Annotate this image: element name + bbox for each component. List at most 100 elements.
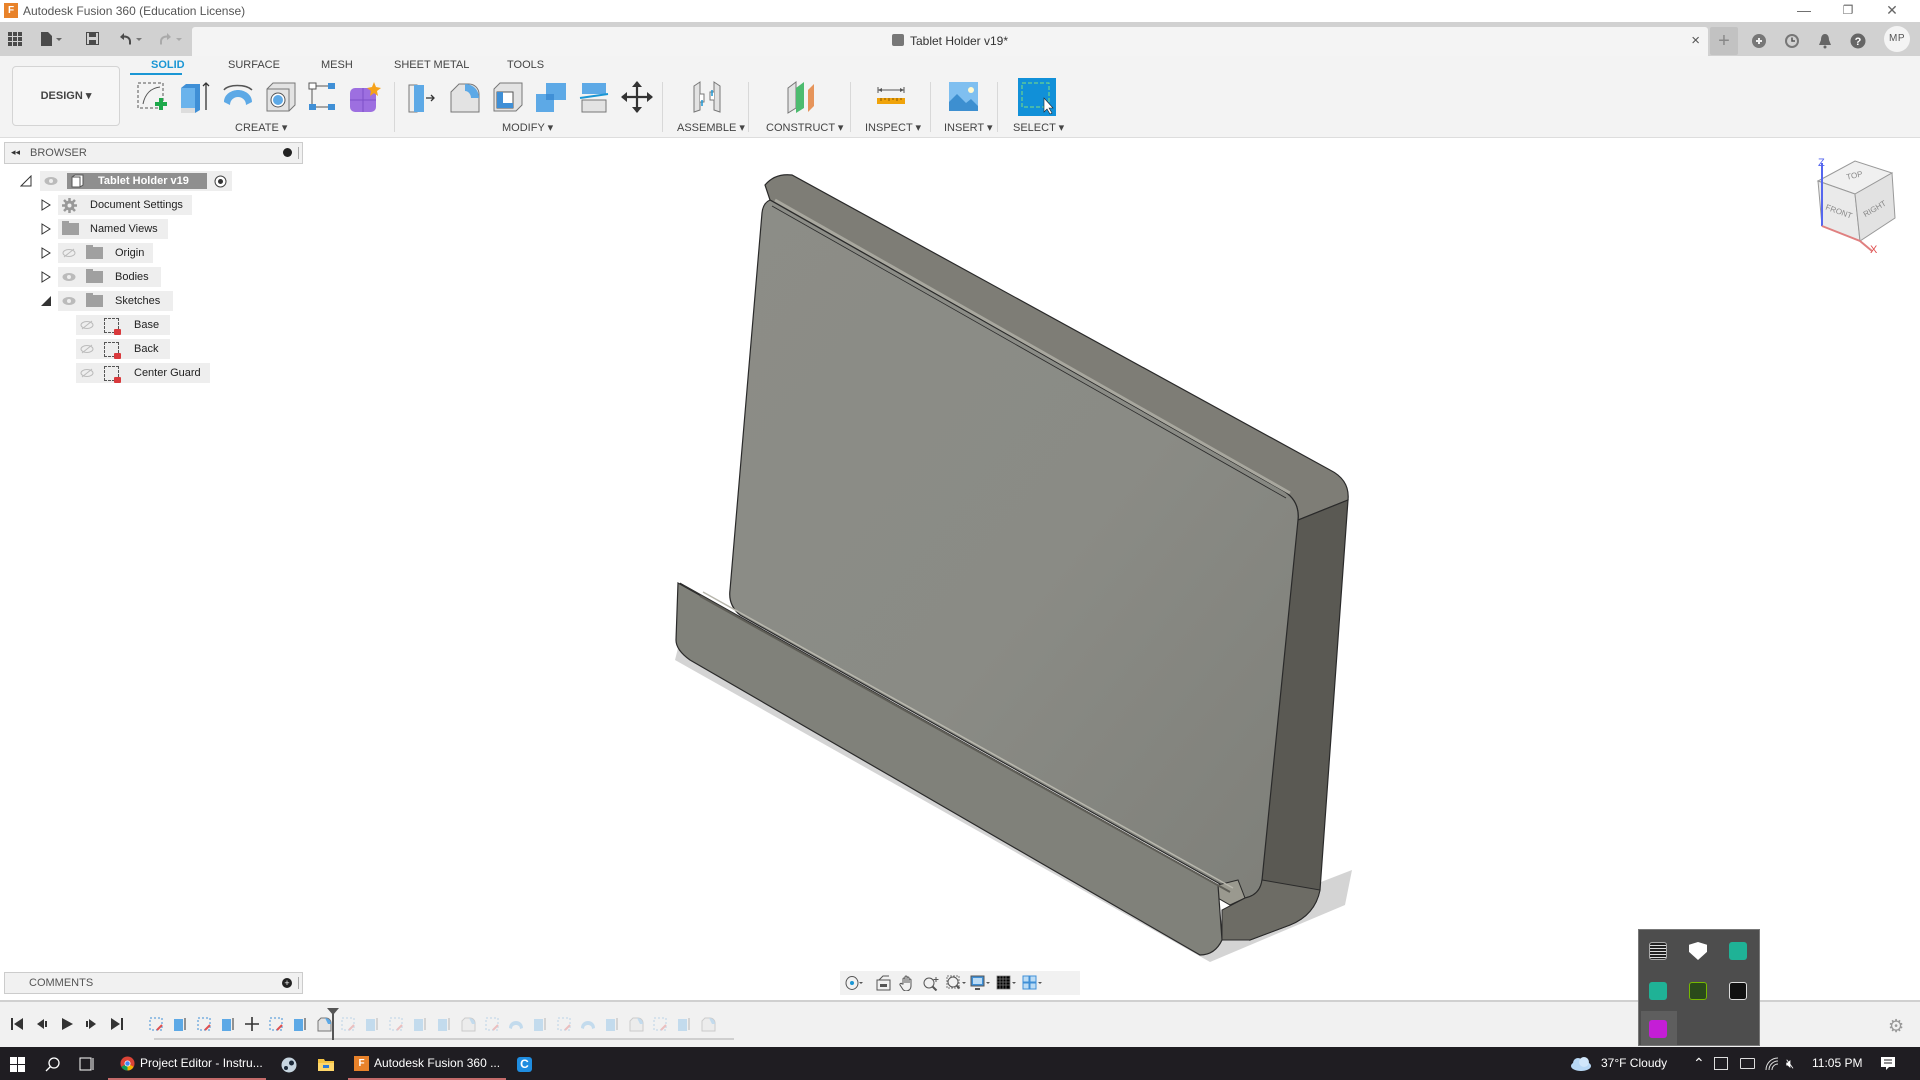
file-menu-button[interactable] [41,28,63,50]
clock-time[interactable]: 11:05 PM [1812,1047,1862,1080]
panel-resize-grip[interactable] [298,977,300,989]
job-status-button[interactable] [1778,27,1806,55]
timeline-feature-fillet-icon[interactable] [628,1016,644,1032]
timeline-feature-fillet-icon[interactable] [316,1016,332,1032]
viewports-icon[interactable] [1022,975,1042,991]
sketch-item-base[interactable]: Base [76,315,176,335]
help-button[interactable]: ? [1844,27,1872,55]
browser-root-component[interactable]: Tablet Holder v19 [20,171,232,191]
play-icon[interactable] [60,1017,74,1031]
taskbar-chrome-project-editor[interactable]: Project Editor - Instru... [108,1047,266,1080]
measure-button[interactable] [874,80,908,114]
press-pull-button[interactable] [406,80,440,114]
collapse-panel-icon[interactable]: ◂◂ [11,147,20,158]
collapsed-triangle-icon[interactable] [40,223,52,235]
timeline-feature-revolve-icon[interactable] [580,1016,596,1032]
timeline-feature-extrude-icon[interactable] [292,1016,308,1032]
visibility-hidden-icon[interactable] [62,248,76,258]
visibility-eye-icon[interactable] [62,272,76,282]
timeline-feature-sketch-icon[interactable] [484,1016,500,1032]
close-tab-button[interactable]: × [1691,32,1700,49]
split-body-button[interactable] [577,80,611,114]
expanded-triangle-icon[interactable] [20,175,32,187]
tray-battery-icon[interactable] [1740,1058,1755,1069]
notifications-button[interactable] [1811,27,1839,55]
document-tab[interactable]: Tablet Holder v19* × [192,27,1708,56]
look-at-icon[interactable] [874,975,894,991]
fillet-button[interactable] [448,80,482,114]
tab-sheet-metal[interactable]: SHEET METAL [394,59,469,71]
extrude-button[interactable] [178,80,212,114]
timeline-settings-gear-icon[interactable]: ⚙ [1888,1016,1904,1037]
close-window-button[interactable]: ✕ [1870,0,1914,22]
assemble-menu[interactable]: ASSEMBLE ▾ [677,121,745,134]
timeline-feature-extrude-icon[interactable] [676,1016,692,1032]
panel-resize-grip[interactable] [298,147,300,159]
weather-text[interactable]: 37°F Cloudy [1601,1047,1667,1080]
timeline-feature-extrude-icon[interactable] [220,1016,236,1032]
combine-button[interactable] [534,80,568,114]
tab-solid[interactable]: SOLID [151,59,185,71]
timeline-feature-fillet-icon[interactable] [460,1016,476,1032]
browser-item-origin[interactable]: Origin [40,243,200,263]
user-avatar[interactable]: MP [1884,26,1910,52]
offset-plane-button[interactable] [784,80,818,114]
save-button[interactable] [86,28,99,50]
timeline-feature-sketch-icon[interactable] [652,1016,668,1032]
activate-radio-icon[interactable] [214,175,227,188]
create-form-button[interactable] [348,80,382,114]
file-explorer-icon[interactable] [318,1057,334,1071]
hide-panel-icon[interactable] [283,148,292,157]
collapsed-triangle-icon[interactable] [40,271,52,283]
timeline-feature-sketch-icon[interactable] [268,1016,284,1032]
grid-snaps-icon[interactable] [996,975,1016,991]
move-copy-button[interactable] [620,80,654,114]
timeline-feature-sketch-icon[interactable] [556,1016,572,1032]
timeline-feature-extrude-icon[interactable] [532,1016,548,1032]
joint-button[interactable] [690,80,724,114]
new-tab-button[interactable]: + [1710,27,1738,55]
timeline-feature-move-icon[interactable] [244,1016,260,1032]
volume-muted-icon[interactable]: 🔇︎ [1786,1047,1794,1080]
tray-app-icon[interactable] [1649,1020,1667,1038]
windows-security-icon[interactable] [1689,942,1707,960]
taskbar-fusion-360[interactable]: F Autodesk Fusion 360 ... [348,1047,506,1080]
timeline-feature-sketch-icon[interactable] [196,1016,212,1032]
visibility-hidden-icon[interactable] [80,320,94,330]
pattern-button[interactable] [306,80,340,114]
tab-surface[interactable]: SURFACE [228,59,280,71]
zoom-icon[interactable] [922,975,942,991]
visibility-hidden-icon[interactable] [80,368,94,378]
construct-menu[interactable]: CONSTRUCT ▾ [766,121,843,134]
browser-item-named-views[interactable]: Named Views [40,219,200,239]
shell-button[interactable] [491,80,525,114]
tray-app-icon[interactable] [1649,982,1667,1000]
create-sketch-button[interactable] [135,80,169,114]
workspace-switcher[interactable]: DESIGN ▾ [12,66,120,126]
collapsed-triangle-icon[interactable] [40,247,52,259]
timeline-feature-extrude-icon[interactable] [604,1016,620,1032]
timeline-feature-sketch-icon[interactable] [388,1016,404,1032]
go-to-start-icon[interactable] [10,1017,24,1031]
add-comment-icon[interactable]: + [282,978,292,988]
action-center-icon[interactable] [1880,1056,1896,1072]
modify-menu[interactable]: MODIFY ▾ [502,121,553,134]
fit-zoom-window-icon[interactable] [946,975,966,991]
step-forward-icon[interactable] [84,1017,98,1031]
timeline-feature-fillet-icon[interactable] [700,1016,716,1032]
orbit-icon[interactable] [844,975,864,991]
data-panel-button[interactable] [8,28,22,50]
timeline-feature-revolve-icon[interactable] [508,1016,524,1032]
select-menu[interactable]: SELECT ▾ [1013,121,1064,134]
tray-app-icon[interactable] [1729,982,1747,1000]
timeline-feature-extrude-icon[interactable] [172,1016,188,1032]
timeline-marker[interactable] [327,1008,339,1040]
minimize-button[interactable]: — [1782,0,1826,22]
tab-tools[interactable]: TOOLS [507,59,544,71]
steam-icon[interactable] [281,1057,297,1073]
timeline-feature-extrude-icon[interactable] [436,1016,452,1032]
nvidia-icon[interactable] [1689,982,1707,1000]
browser-item-bodies[interactable]: Bodies [40,267,200,287]
insert-canvas-button[interactable] [947,80,981,114]
pan-hand-icon[interactable] [898,975,918,991]
